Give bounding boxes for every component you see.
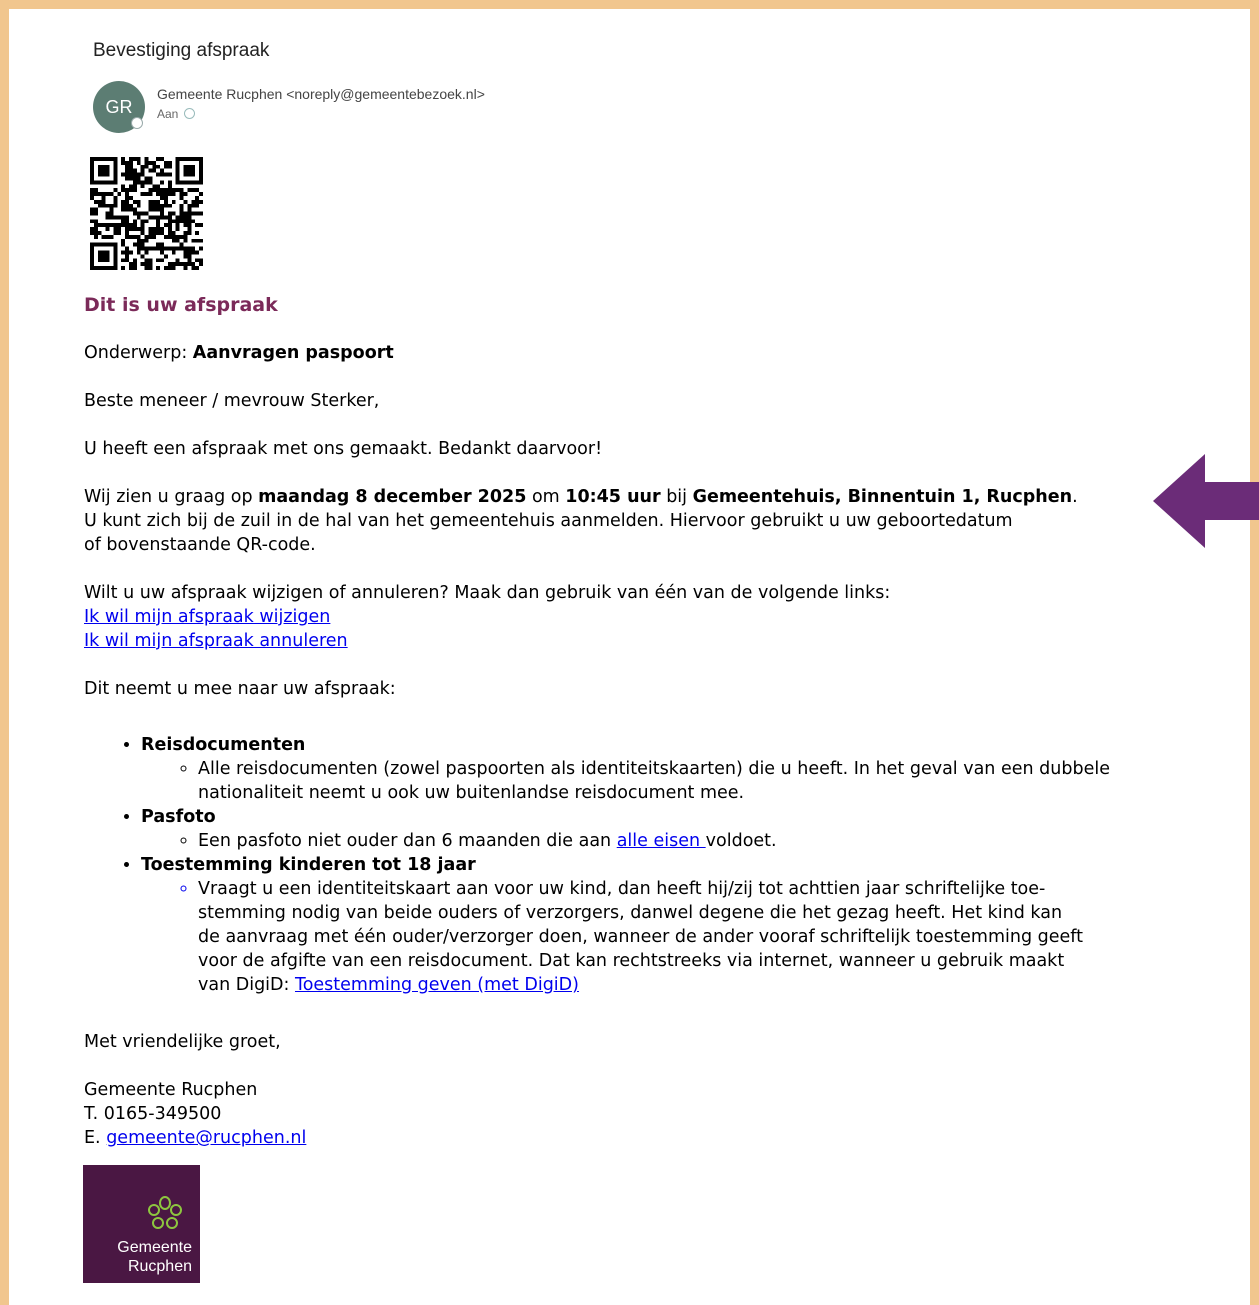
subject-value: Aanvragen paspoort — [192, 343, 394, 363]
appointment-location: Gemeentehuis, Binnentuin 1, Rucphen — [692, 487, 1073, 507]
bring-list: Reisdocumenten Alle reisdocumenten (zowe… — [84, 733, 1159, 997]
presence-status-icon — [131, 117, 143, 129]
gemeente-logo: Gemeente Rucphen — [83, 1165, 200, 1283]
list-subitem: Alle reisdocumenten (zowel paspoorten al… — [198, 757, 1159, 805]
appointment-time: 10:45 uur — [565, 487, 661, 507]
pointer-arrow-icon — [1153, 454, 1259, 548]
signature-phone: T. 0165-349500 — [84, 1104, 222, 1124]
closing: Met vriendelijke groet, — [84, 1032, 281, 1052]
appointment-heading: Dit is uw afspraak — [84, 294, 278, 316]
digid-consent-link[interactable]: Toestemming geven (met DigiD) — [295, 975, 579, 995]
signature-org: Gemeente Rucphen — [84, 1080, 258, 1100]
qr-code-image — [90, 157, 203, 270]
email-subject: Bevestiging afspraak — [93, 40, 270, 61]
change-appointment-link[interactable]: Ik wil mijn afspraak wijzigen — [84, 607, 330, 627]
list-subitem: Vraagt u een identiteitskaart aan voor u… — [198, 877, 1159, 997]
list-item-toestemming: Toestemming kinderen tot 18 jaar Vraagt … — [141, 853, 1159, 997]
recipient-status-icon — [184, 108, 196, 119]
signature: Gemeente Rucphen T. 0165-349500 E. gemee… — [84, 1078, 1159, 1150]
change-section: Wilt u uw afspraak wijzigen of annuleren… — [84, 583, 891, 651]
signature-email: E. gemeente@rucphen.nl — [84, 1128, 307, 1148]
subject-line: Onderwerp: Aanvragen paspoort — [84, 343, 394, 363]
thanks-line: U heeft een afspraak met ons gemaakt. Be… — [84, 439, 603, 459]
list-subitem: Een pasfoto niet ouder dan 6 maanden die… — [198, 829, 1159, 853]
greeting: Beste meneer / mevrouw Sterker, — [84, 391, 380, 411]
appointment-date: maandag 8 december 2025 — [258, 487, 527, 507]
appointment-details: Wij zien u graag op maandag 8 december 2… — [84, 487, 1078, 555]
logo-text: Gemeente Rucphen — [117, 1239, 192, 1275]
email-body: Dit is uw afspraak Onderwerp: Aanvragen … — [84, 293, 1159, 1150]
flower-logo-icon — [148, 1196, 182, 1229]
recipient-line: Aan — [157, 107, 196, 121]
list-item-pasfoto: Pasfoto Een pasfoto niet ouder dan 6 maa… — [141, 805, 1159, 853]
cancel-appointment-link[interactable]: Ik wil mijn afspraak annuleren — [84, 631, 348, 651]
email-link[interactable]: gemeente@rucphen.nl — [106, 1128, 306, 1148]
sender-address[interactable]: Gemeente Rucphen <noreply@gemeentebezoek… — [157, 86, 485, 102]
bring-intro: Dit neemt u mee naar uw afspraak: — [84, 679, 396, 699]
list-item-reisdocumenten: Reisdocumenten Alle reisdocumenten (zowe… — [141, 733, 1159, 805]
to-label: Aan — [157, 107, 179, 121]
requirements-link[interactable]: alle eisen — [617, 831, 706, 851]
